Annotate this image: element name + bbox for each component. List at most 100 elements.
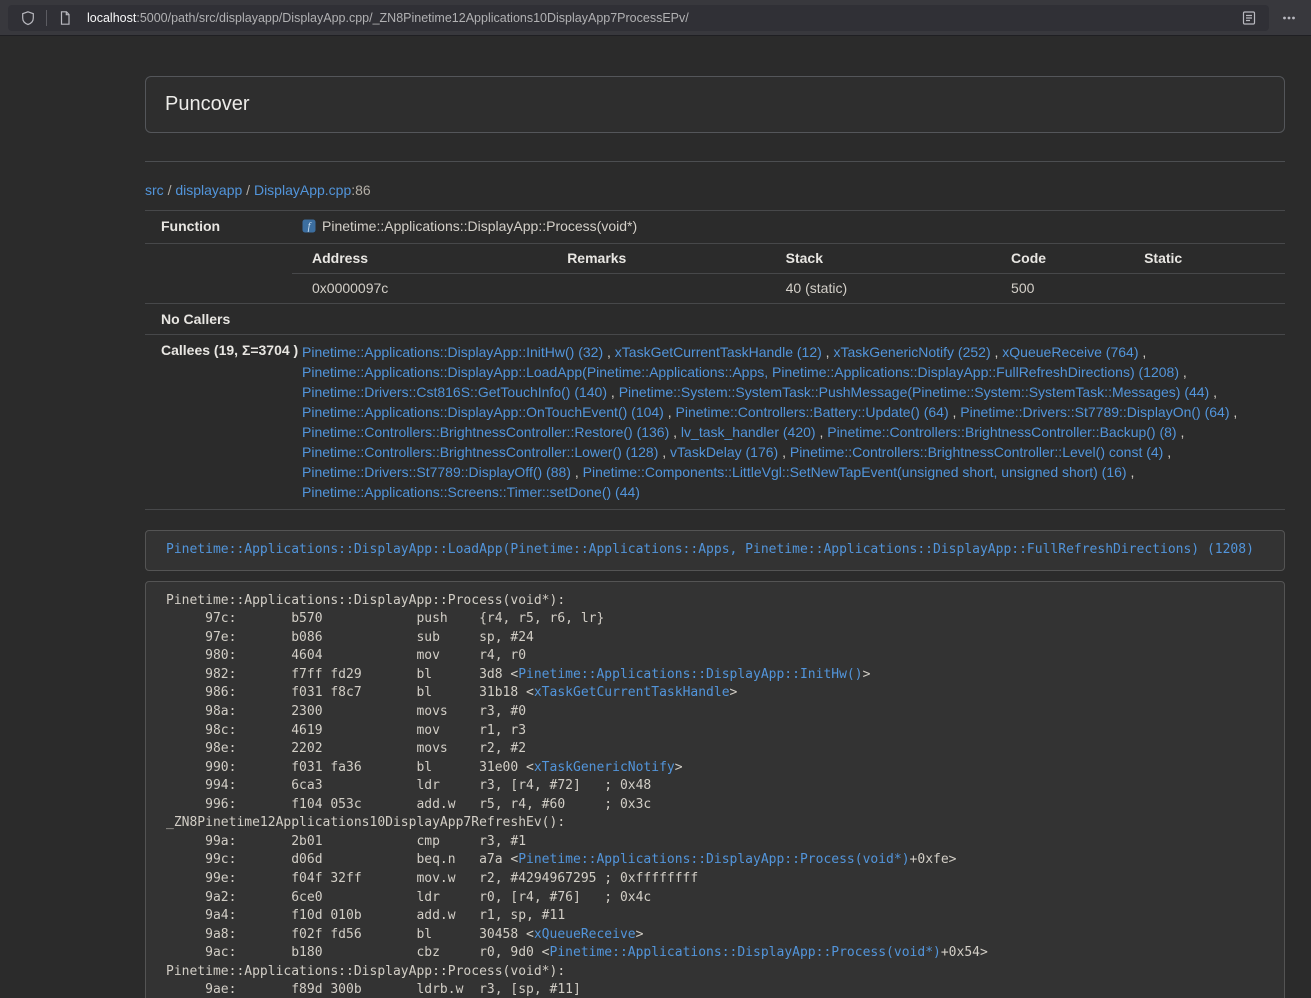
callee-separator: ,: [816, 424, 828, 440]
breadcrumb: src / displayapp / DisplayApp.cpp:86: [145, 182, 1285, 198]
callee-link[interactable]: vTaskDelay (176): [670, 444, 778, 460]
code-line: 9ae: f89d 300b ldrb.w r3, [sp, #11]: [166, 981, 1264, 998]
callee-link[interactable]: Pinetime::Controllers::Battery::Update()…: [676, 404, 949, 420]
callee-link[interactable]: xTaskGetCurrentTaskHandle (12): [615, 344, 822, 360]
callee-separator: ,: [1163, 444, 1171, 460]
breadcrumb-line-number: :86: [351, 182, 370, 198]
code-line: 97e: b086 sub sp, #24: [166, 629, 1264, 648]
function-icon: f: [302, 219, 316, 236]
callee-separator: ,: [778, 444, 790, 460]
callee-link[interactable]: Pinetime::Drivers::St7789::DisplayOff() …: [302, 464, 571, 480]
code-line: 98c: 4619 mov r1, r3: [166, 722, 1264, 741]
code-symbol-link[interactable]: xQueueReceive: [534, 927, 636, 942]
callee-separator: ,: [664, 404, 676, 420]
code-line: 994: 6ca3 ldr r3, [r4, #72] ; 0x48: [166, 777, 1264, 796]
url-text: localhost:5000/path/src/displayapp/Displ…: [87, 11, 1237, 25]
callee-separator: ,: [822, 344, 834, 360]
callee-separator: ,: [1138, 344, 1146, 360]
code-line: 99e: f04f 32ff mov.w r2, #4294967295 ; 0…: [166, 870, 1264, 889]
app-title[interactable]: Puncover: [165, 93, 250, 115]
shield-icon[interactable]: [16, 6, 40, 30]
url-path: :5000/path/src/displayapp/DisplayApp.cpp…: [136, 11, 688, 25]
code-line: Pinetime::Applications::DisplayApp::Proc…: [166, 963, 1264, 982]
toolbar-separator: [46, 10, 47, 26]
no-callers-label: No Callers: [145, 304, 292, 335]
stats-values-row: 0x0000097c 40 (static) 500: [292, 274, 1285, 304]
code-line: 9ac: b180 cbz r0, 9d0 <Pinetime::Applica…: [166, 944, 1264, 963]
callee-link[interactable]: Pinetime::Controllers::BrightnessControl…: [790, 444, 1163, 460]
callee-link[interactable]: lv_task_handler (420): [681, 424, 816, 440]
callee-separator: ,: [607, 384, 619, 400]
function-name-cell: f Pinetime::Applications::DisplayApp::Pr…: [292, 211, 1285, 244]
browser-toolbar: localhost:5000/path/src/displayapp/Displ…: [0, 0, 1311, 36]
callee-separator: ,: [1127, 464, 1135, 480]
callee-separator: ,: [658, 444, 670, 460]
url-host: localhost: [87, 11, 136, 25]
function-label: Function: [145, 211, 292, 244]
callee-link[interactable]: Pinetime::Drivers::St7789::DisplayOn() (…: [960, 404, 1229, 420]
stats-header-row: Address Remarks Stack Code Static: [292, 244, 1285, 274]
callee-separator: ,: [1179, 364, 1187, 380]
code-line: 990: f031 fa36 bl 31e00 <xTaskGenericNot…: [166, 759, 1264, 778]
no-callers-cell: [292, 304, 1285, 335]
callees-label: Callees (19, Σ=3704 ): [145, 335, 292, 510]
code-symbol-link[interactable]: Pinetime::Applications::DisplayApp::Proc…: [518, 852, 909, 867]
code-symbol-link[interactable]: xTaskGetCurrentTaskHandle: [534, 685, 730, 700]
code-line: 97c: b570 push {r4, r5, r6, lr}: [166, 610, 1264, 629]
callee-separator: ,: [1230, 404, 1238, 420]
breadcrumb-displayapp-link[interactable]: displayapp: [175, 182, 242, 198]
url-bar[interactable]: localhost:5000/path/src/displayapp/Displ…: [8, 5, 1269, 31]
callee-link[interactable]: Pinetime::Drivers::Cst816S::GetTouchInfo…: [302, 384, 607, 400]
callee-separator: ,: [991, 344, 1003, 360]
stats-row: Address Remarks Stack Code Static 0x0000…: [145, 244, 1285, 304]
code-line: 9a8: f02f fd56 bl 30458 <xQueueReceive>: [166, 926, 1264, 945]
callee-link[interactable]: Pinetime::Applications::DisplayApp::Init…: [302, 344, 603, 360]
code-line: Pinetime::Applications::DisplayApp::Proc…: [166, 592, 1264, 611]
code-line: 99a: 2b01 cmp r3, #1: [166, 833, 1264, 852]
code-line: 98a: 2300 movs r3, #0: [166, 703, 1264, 722]
callee-link[interactable]: Pinetime::Applications::Screens::Timer::…: [302, 484, 640, 500]
code-symbol-link[interactable]: xTaskGenericNotify: [534, 760, 675, 775]
breadcrumb-src-link[interactable]: src: [145, 182, 164, 198]
code-line: 996: f104 053c add.w r5, r4, #60 ; 0x3c: [166, 796, 1264, 815]
function-name: Pinetime::Applications::DisplayApp::Proc…: [322, 218, 637, 234]
page-info-icon[interactable]: [53, 6, 77, 30]
code-symbol-link[interactable]: Pinetime::Applications::DisplayApp::Proc…: [550, 945, 941, 960]
code-line: 99c: d06d beq.n a7a <Pinetime::Applicati…: [166, 851, 1264, 870]
code-symbol-link[interactable]: Pinetime::Applications::DisplayApp::Init…: [518, 667, 862, 682]
stats-row-label: [145, 244, 292, 304]
app-header-box: Puncover: [145, 76, 1285, 133]
callee-link[interactable]: Pinetime::Controllers::BrightnessControl…: [827, 424, 1176, 440]
stats-table: Address Remarks Stack Code Static 0x0000…: [292, 244, 1285, 303]
callee-link[interactable]: Pinetime::Controllers::BrightnessControl…: [302, 424, 669, 440]
breadcrumb-separator: /: [246, 182, 250, 198]
callee-link[interactable]: Pinetime::Controllers::BrightnessControl…: [302, 444, 658, 460]
stats-cell: Address Remarks Stack Code Static 0x0000…: [292, 244, 1285, 304]
callee-link[interactable]: Pinetime::System::SystemTask::PushMessag…: [619, 384, 1210, 400]
callee-link[interactable]: Pinetime::Components::LittleVgl::SetNewT…: [583, 464, 1127, 480]
highlighted-callee-link[interactable]: Pinetime::Applications::DisplayApp::Load…: [166, 542, 1254, 557]
callee-link[interactable]: Pinetime::Applications::DisplayApp::Load…: [302, 364, 1179, 380]
symbol-table: Function f Pinetime::Applications::Displ…: [145, 210, 1285, 510]
reader-view-icon[interactable]: [1237, 6, 1261, 30]
callee-separator: ,: [1209, 384, 1217, 400]
col-header-static: Static: [1124, 244, 1285, 274]
callee-link[interactable]: xQueueReceive (764): [1002, 344, 1138, 360]
col-header-code: Code: [991, 244, 1124, 274]
remarks-value: [547, 274, 765, 304]
divider: [145, 161, 1285, 162]
code-line: 9a4: f10d 010b add.w r1, sp, #11: [166, 907, 1264, 926]
menu-dots-icon[interactable]: [1277, 6, 1301, 30]
callees-row: Callees (19, Σ=3704 ) Pinetime::Applicat…: [145, 335, 1285, 510]
breadcrumb-file-link[interactable]: DisplayApp.cpp: [254, 182, 351, 198]
no-callers-row: No Callers: [145, 304, 1285, 335]
code-line: 980: 4604 mov r4, r0: [166, 647, 1264, 666]
callee-separator: ,: [571, 464, 583, 480]
address-value: 0x0000097c: [292, 274, 547, 304]
code-line: 982: f7ff fd29 bl 3d8 <Pinetime::Applica…: [166, 666, 1264, 685]
function-row: Function f Pinetime::Applications::Displ…: [145, 211, 1285, 244]
highlighted-callee-box: Pinetime::Applications::DisplayApp::Load…: [145, 530, 1285, 571]
callee-link[interactable]: Pinetime::Applications::DisplayApp::OnTo…: [302, 404, 664, 420]
code-line: _ZN8Pinetime12Applications10DisplayApp7R…: [166, 814, 1264, 833]
callee-link[interactable]: xTaskGenericNotify (252): [833, 344, 990, 360]
